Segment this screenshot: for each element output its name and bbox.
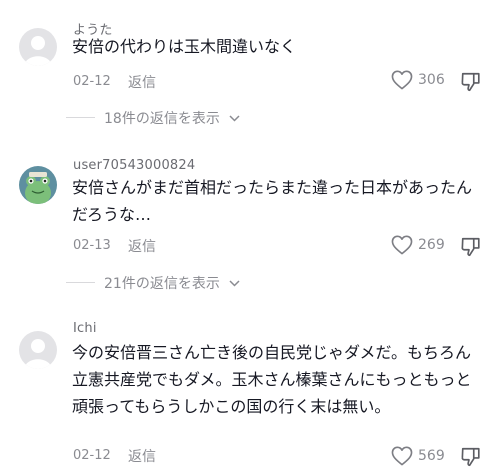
thumbs-down-outline-icon: [461, 237, 480, 257]
thumbs-down-outline-icon: [461, 447, 480, 467]
comment-username[interactable]: user70543000824: [73, 158, 195, 173]
heart-outline-icon: [391, 235, 413, 255]
comment-date: 02-13: [73, 238, 111, 253]
divider-line: [66, 117, 95, 118]
divider-line: [66, 282, 95, 283]
view-replies-link[interactable]: 18件の返信を表示: [104, 108, 240, 128]
dislike-button[interactable]: [460, 446, 484, 470]
like-count: 306: [418, 72, 445, 88]
chevron-down-icon: [229, 115, 240, 122]
heart-outline-icon: [391, 70, 413, 90]
heart-outline-icon: [391, 446, 413, 466]
chevron-down-icon: [229, 280, 240, 287]
avatar[interactable]: [19, 166, 57, 204]
like-count: 569: [418, 448, 445, 464]
view-replies-label: 18件の返信を表示: [104, 111, 220, 127]
view-replies-button[interactable]: 21件の返信を表示: [0, 273, 500, 293]
comment-date: 02-12: [73, 448, 111, 463]
default-avatar-icon: [19, 28, 57, 66]
comment-text: 安倍さんがまだ首相だったらまた違った日本があったんだろうな…: [72, 178, 473, 224]
like-count: 269: [418, 237, 445, 253]
reply-button[interactable]: 返信: [128, 446, 156, 466]
comment-text: 今の安倍晋三さん亡き後の自民党じゃダメだ。もちろん立憲共産党でもダメ。玉木さん榛…: [72, 343, 472, 416]
view-replies-link[interactable]: 21件の返信を表示: [104, 273, 240, 293]
view-replies-label: 21件の返信を表示: [104, 276, 220, 292]
comment-username[interactable]: Ichi: [73, 321, 97, 336]
comment-date: 02-12: [73, 74, 111, 89]
dislike-button[interactable]: [460, 236, 484, 260]
default-avatar-icon: [19, 331, 57, 369]
thumbs-down-outline-icon: [461, 72, 480, 92]
avatar[interactable]: [19, 28, 57, 66]
frog-avatar-icon: [19, 166, 57, 204]
comment-text: 安倍の代わりは玉木間違いなく: [72, 37, 297, 56]
view-replies-button[interactable]: 18件の返信を表示: [0, 108, 500, 128]
reply-button[interactable]: 返信: [128, 72, 156, 92]
dislike-button[interactable]: [460, 71, 484, 95]
reply-button[interactable]: 返信: [128, 236, 156, 256]
avatar[interactable]: [19, 331, 57, 369]
